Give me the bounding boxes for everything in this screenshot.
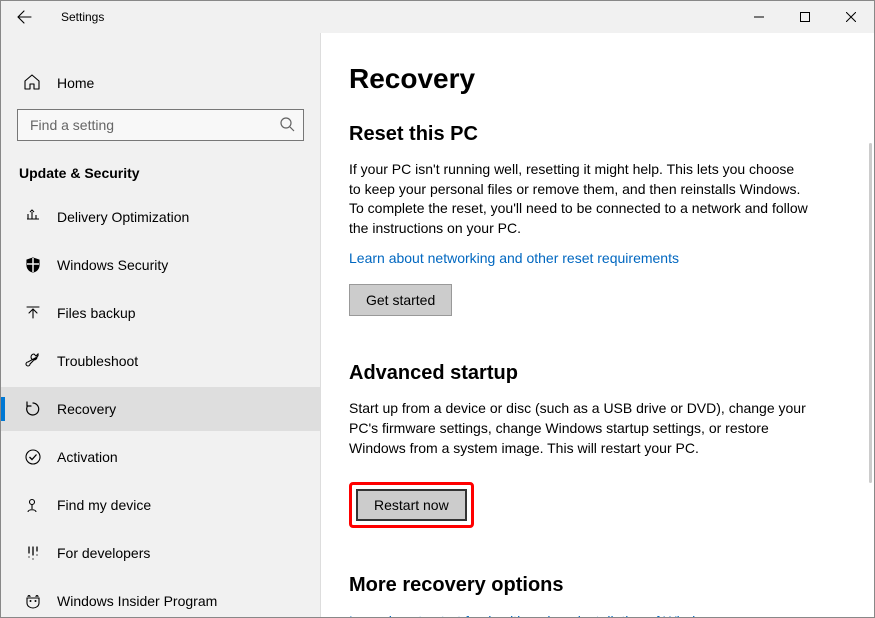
- more-learn-link[interactable]: Learn how to start fresh with a clean in…: [349, 613, 720, 617]
- sidebar-item-for-developers[interactable]: For developers: [1, 531, 320, 575]
- home-icon: [23, 73, 43, 94]
- sidebar-item-label: Find my device: [57, 497, 151, 513]
- advanced-title: Advanced startup: [349, 362, 846, 385]
- sidebar-item-label: Windows Insider Program: [57, 593, 217, 609]
- search-input[interactable]: [28, 116, 279, 134]
- titlebar: Settings: [1, 1, 874, 33]
- recovery-icon: [23, 400, 43, 418]
- shield-icon: [23, 256, 43, 274]
- close-icon: [846, 12, 856, 22]
- advanced-description: Start up from a device or disc (such as …: [349, 399, 809, 458]
- find-device-icon: [23, 496, 43, 514]
- sidebar-item-label: For developers: [57, 545, 150, 561]
- sidebar-item-label: Activation: [57, 449, 118, 465]
- sidebar: Home Update & Security Delivery Optimiza…: [1, 33, 321, 617]
- close-button[interactable]: [828, 1, 874, 33]
- scrollbar[interactable]: [869, 143, 872, 483]
- home-label: Home: [57, 75, 94, 91]
- category-label: Update & Security: [1, 159, 320, 195]
- search-box[interactable]: [17, 109, 304, 141]
- sidebar-item-troubleshoot[interactable]: Troubleshoot: [1, 339, 320, 383]
- app-body: Home Update & Security Delivery Optimiza…: [1, 33, 874, 617]
- maximize-button[interactable]: [782, 1, 828, 33]
- sidebar-item-find-my-device[interactable]: Find my device: [1, 483, 320, 527]
- get-started-button[interactable]: Get started: [349, 284, 452, 316]
- maximize-icon: [800, 12, 810, 22]
- developers-icon: [23, 544, 43, 562]
- highlight-annotation: Restart now: [349, 482, 474, 528]
- sidebar-item-windows-security[interactable]: Windows Security: [1, 243, 320, 287]
- reset-title: Reset this PC: [349, 123, 846, 146]
- sidebar-item-delivery-optimization[interactable]: Delivery Optimization: [1, 195, 320, 239]
- back-button[interactable]: [1, 1, 47, 33]
- minimize-icon: [754, 12, 764, 22]
- wrench-icon: [23, 352, 43, 370]
- search-icon: [279, 116, 295, 135]
- home-button[interactable]: Home: [1, 63, 320, 103]
- window-title: Settings: [61, 10, 104, 24]
- sidebar-item-label: Windows Security: [57, 257, 168, 273]
- page-title: Recovery: [349, 63, 846, 95]
- reset-description: If your PC isn't running well, resetting…: [349, 160, 809, 238]
- reset-learn-link[interactable]: Learn about networking and other reset r…: [349, 250, 679, 266]
- sidebar-item-label: Troubleshoot: [57, 353, 138, 369]
- insider-icon: [23, 592, 43, 610]
- sidebar-item-files-backup[interactable]: Files backup: [1, 291, 320, 335]
- backup-icon: [23, 304, 43, 322]
- sidebar-item-label: Files backup: [57, 305, 136, 321]
- sidebar-item-windows-insider[interactable]: Windows Insider Program: [1, 579, 320, 617]
- more-title: More recovery options: [349, 574, 846, 597]
- sidebar-item-label: Delivery Optimization: [57, 209, 189, 225]
- delivery-icon: [23, 208, 43, 226]
- content-area: Recovery Reset this PC If your PC isn't …: [321, 33, 874, 617]
- sidebar-item-activation[interactable]: Activation: [1, 435, 320, 479]
- sidebar-item-recovery[interactable]: Recovery: [1, 387, 320, 431]
- check-circle-icon: [23, 448, 43, 466]
- restart-now-button[interactable]: Restart now: [356, 489, 467, 521]
- sidebar-item-label: Recovery: [57, 401, 116, 417]
- window-controls: [736, 1, 874, 33]
- arrow-left-icon: [16, 9, 32, 25]
- minimize-button[interactable]: [736, 1, 782, 33]
